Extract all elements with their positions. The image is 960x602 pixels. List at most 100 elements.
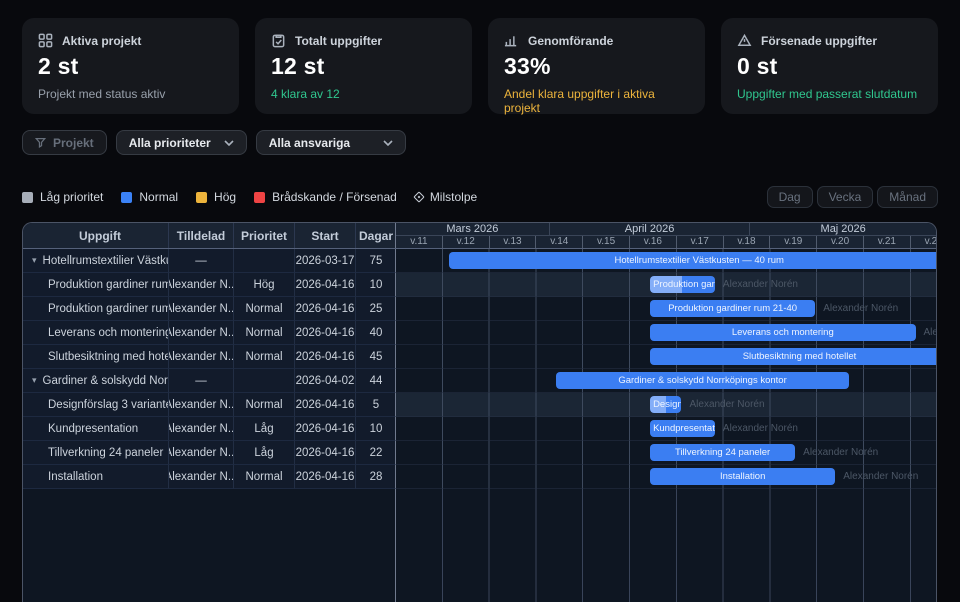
card-total-tasks: Totalt uppgifter 12 st 4 klara av 12 (255, 18, 472, 114)
collapse-caret-icon[interactable]: ▾ (32, 255, 37, 266)
view-button-månad[interactable]: Månad (877, 186, 938, 208)
task-name-cell: Tillverkning 24 paneler (23, 441, 169, 465)
priority-filter-dropdown[interactable]: Alla prioriteter (116, 130, 247, 155)
table-row[interactable]: Slutbesiktning med hotell...Alexander N.… (23, 345, 936, 369)
start-date-cell: 2026-04-02 (295, 369, 356, 393)
assignee-filter-dropdown[interactable]: Alla ansvariga (256, 130, 406, 155)
gantt-rows: ▾Hotellrumstextilier Västkust...—2026-03… (23, 249, 936, 489)
view-button-vecka[interactable]: Vecka (817, 186, 874, 208)
bar-assignee-label: Alexander Norén (924, 321, 937, 345)
card-subtext: 4 klara av 12 (271, 87, 456, 101)
start-date-cell: 2026-04-16 (295, 321, 356, 345)
days-cell: 5 (356, 393, 396, 417)
gantt-bar[interactable]: Gardiner & solskydd Norrköpings kontor (556, 372, 848, 389)
filter-funnel-icon (35, 137, 46, 148)
week-header: v.21 (864, 236, 911, 248)
assignee-cell: — (169, 249, 234, 273)
table-row[interactable]: ▾Gardiner & solskydd Norrkö...—2026-04-0… (23, 369, 936, 393)
start-date-cell: 2026-04-16 (295, 345, 356, 369)
column-header-start[interactable]: Start (295, 223, 356, 248)
stat-cards: Aktiva projekt 2 st Projekt med status a… (0, 0, 960, 114)
task-name: Hotellrumstextilier Västkust... (43, 255, 169, 267)
priority-cell: Normal (234, 345, 295, 369)
gantt-row-track: Slutbesiktning med hotellet (395, 345, 936, 369)
legend-label: Milstolpe (430, 190, 477, 204)
bar-label: Installation (720, 471, 765, 482)
gantt-bar[interactable]: Designför (650, 396, 681, 413)
week-header: v.13 (490, 236, 537, 248)
table-row[interactable]: ▾Hotellrumstextilier Västkust...—2026-03… (23, 249, 936, 273)
gantt-panel: Uppgift Tilldelad Prioritet Start Dagar … (22, 222, 937, 602)
assignee-cell: Alexander N... (169, 441, 234, 465)
week-header: v.11 (396, 236, 443, 248)
table-row[interactable]: Designförslag 3 varianterAlexander N...N… (23, 393, 936, 417)
days-cell: 10 (356, 273, 396, 297)
gantt-bar[interactable]: Produktion gardiner rum 21-40 (650, 300, 815, 317)
table-row[interactable]: Produktion gardiner rum ...Alexander N..… (23, 273, 936, 297)
priority-legend: Låg prioritetNormalHögBrådskande / Förse… (22, 190, 477, 204)
column-header-days[interactable]: Dagar (356, 223, 396, 248)
column-header-priority[interactable]: Prioritet (234, 223, 295, 248)
table-row[interactable]: Tillverkning 24 panelerAlexander N...Låg… (23, 441, 936, 465)
days-cell: 44 (356, 369, 396, 393)
start-date-cell: 2026-04-16 (295, 273, 356, 297)
start-date-cell: 2026-04-16 (295, 297, 356, 321)
assignee-cell: Alexander N... (169, 321, 234, 345)
gantt-bar[interactable]: Hotellrumstextilier Västkusten — 40 rum (449, 252, 936, 269)
start-date-cell: 2026-04-16 (295, 465, 356, 489)
task-name: Installation (48, 471, 103, 483)
gantt-row-track: Gardiner & solskydd Norrköpings kontor (395, 369, 936, 393)
bar-label: Kundpresentation (653, 423, 715, 434)
gantt-bar[interactable]: Tillverkning 24 paneler (650, 444, 795, 461)
table-row[interactable]: KundpresentationAlexander N...Låg2026-04… (23, 417, 936, 441)
card-overdue-tasks: Försenade uppgifter 0 st Uppgifter med p… (721, 18, 938, 114)
card-completion: Genomförande 33% Andel klara uppgifter i… (488, 18, 705, 114)
gantt-row-track: KundpresentationAlexander Norén (395, 417, 936, 441)
gantt-bar[interactable]: Installation (650, 468, 835, 485)
gantt-bar[interactable]: Leverans och montering (650, 324, 915, 341)
project-filter-label: Projekt (53, 136, 94, 150)
gantt-bar[interactable]: Kundpresentation (650, 420, 715, 437)
priority-cell (234, 249, 295, 273)
task-name: Gardiner & solskydd Norrkö... (43, 375, 169, 387)
collapse-caret-icon[interactable]: ▾ (32, 375, 37, 386)
gantt-bar[interactable]: Slutbesiktning med hotellet (650, 348, 936, 365)
bar-label: Slutbesiktning med hotellet (743, 351, 857, 362)
card-title: Försenade uppgifter (761, 34, 877, 48)
days-cell: 10 (356, 417, 396, 441)
assignee-cell: Alexander N... (169, 393, 234, 417)
timeline-months: Mars 2026April 2026Maj 2026 (396, 223, 936, 236)
bar-assignee-label: Alexander Norén (823, 297, 898, 321)
gantt-row-track: Produktion gardine Alexander Norén (395, 273, 936, 297)
project-filter-button[interactable]: Projekt (22, 130, 107, 155)
bar-assignee-label: Alexander Norén (803, 441, 878, 465)
legend-color-swatch (121, 192, 132, 203)
legend-item: Brådskande / Försenad (254, 190, 397, 204)
card-value: 33% (504, 53, 689, 80)
table-row[interactable]: InstallationAlexander N...Normal2026-04-… (23, 465, 936, 489)
legend-color-swatch (254, 192, 265, 203)
view-button-dag[interactable]: Dag (767, 186, 813, 208)
gantt-bar[interactable]: Produktion gardine (650, 276, 715, 293)
panel-empty-area (23, 489, 936, 602)
priority-cell: Hög (234, 273, 295, 297)
bar-label: Gardiner & solskydd Norrköpings kontor (618, 375, 786, 386)
bar-assignee-label: Alexander Norén (723, 273, 798, 297)
column-header-assignee[interactable]: Tilldelad (169, 223, 234, 248)
assignee-cell: Alexander N... (169, 273, 234, 297)
priority-cell: Låg (234, 441, 295, 465)
priority-cell (234, 369, 295, 393)
days-cell: 45 (356, 345, 396, 369)
bar-label: Hotellrumstextilier Västkusten — 40 rum (614, 255, 783, 266)
view-switch: DagVeckaMånad (767, 186, 938, 208)
month-header: Maj 2026 (750, 223, 936, 235)
gantt-row-track: Produktion gardiner rum 21-40 Alexander N… (395, 297, 936, 321)
days-cell: 25 (356, 297, 396, 321)
table-row[interactable]: Leverans och monteringAlexander N...Norm… (23, 321, 936, 345)
priority-filter-value: Alla prioriteter (129, 136, 211, 150)
legend-item: Hög (196, 190, 236, 204)
assignee-cell: Alexander N... (169, 297, 234, 321)
column-header-task[interactable]: Uppgift (23, 223, 169, 248)
table-row[interactable]: Produktion gardiner rum ...Alexander N..… (23, 297, 936, 321)
legend-color-swatch (22, 192, 33, 203)
